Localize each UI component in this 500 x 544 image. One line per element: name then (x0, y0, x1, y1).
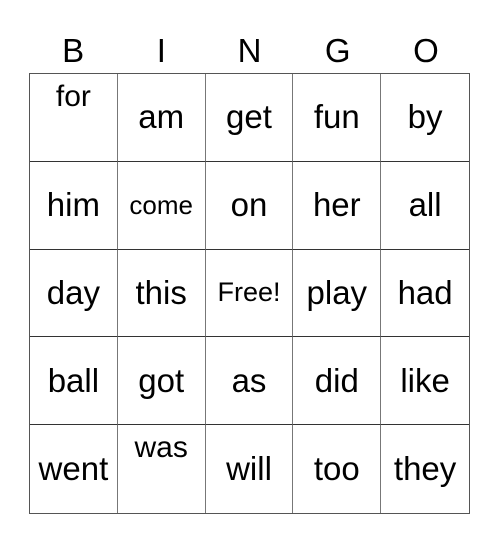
bingo-cell[interactable]: for (30, 74, 118, 162)
bingo-cell[interactable]: am (117, 74, 206, 162)
bingo-cell[interactable]: her (293, 161, 382, 250)
bingo-cell[interactable]: like (381, 337, 469, 426)
bingo-cell[interactable]: will (206, 425, 294, 513)
bingo-cell[interactable]: all (381, 162, 469, 250)
bingo-cell[interactable]: come (117, 161, 206, 250)
bingo-cell[interactable]: him (30, 161, 118, 250)
bingo-cell[interactable]: on (205, 161, 294, 250)
bingo-cell[interactable]: went (30, 425, 118, 513)
bingo-header: B I N G O (29, 28, 470, 73)
bingo-cell[interactable]: was (118, 425, 206, 513)
bingo-cell[interactable]: this (117, 249, 206, 338)
bingo-cell[interactable]: play (293, 249, 382, 338)
bingo-cell[interactable]: too (293, 425, 382, 513)
header-letter-i: I (156, 32, 166, 69)
bingo-cell[interactable]: fun (293, 74, 382, 162)
bingo-cell[interactable]: get (205, 74, 294, 162)
bingo-cell[interactable]: by (381, 74, 469, 162)
bingo-cell[interactable]: ball (30, 337, 118, 426)
bingo-cell[interactable]: they (381, 425, 469, 513)
header-letter-b: B (62, 32, 85, 69)
free-space-cell[interactable]: Free! (205, 249, 294, 338)
header-letter-n: N (237, 32, 262, 69)
bingo-cell[interactable]: did (293, 337, 382, 426)
bingo-cell[interactable]: as (205, 337, 294, 426)
bingo-grid: for am get fun by him come on her all da… (29, 73, 470, 514)
bingo-cell[interactable]: had (381, 250, 469, 338)
bingo-cell[interactable]: got (117, 337, 206, 426)
header-letter-g: G (324, 32, 351, 69)
bingo-cell[interactable]: day (30, 249, 118, 338)
header-letter-o: O (413, 32, 439, 69)
